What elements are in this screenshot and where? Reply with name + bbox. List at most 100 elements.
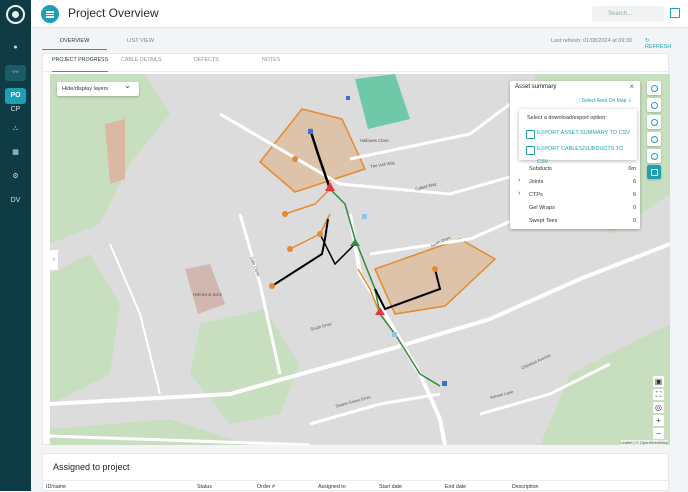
refresh-button[interactable]: ↻ REFRESH (645, 38, 671, 50)
search-input[interactable]: Search... (592, 6, 664, 22)
zoom-out-button[interactable]: − (653, 428, 664, 439)
ctp-marker-1 (325, 182, 335, 191)
export-cables-button[interactable]: EXPORT CABLES/SUBDUCTS TO CSV (523, 143, 635, 165)
top-bar: Project Overview Search... (31, 0, 688, 28)
column-header[interactable]: ID/name (46, 484, 66, 490)
pole-marker-1 (308, 129, 313, 134)
sidebar-item-cp[interactable]: CP (5, 102, 26, 118)
fullscreen-icon[interactable]: ⛶ (653, 389, 664, 400)
map-pin-icon[interactable]: ● (5, 40, 26, 56)
content-tabs: PROJECT PROGRESS CABLE DETAILS DEFECTS N… (43, 54, 670, 72)
joint-marker-4 (317, 231, 323, 237)
chevron-right-icon[interactable]: › (518, 190, 520, 197)
asset-row-value: 6 (632, 192, 636, 198)
sidebar: ● 〰 PO CP ⛬ ▦ ⚙ DV (0, 0, 31, 491)
tab-cable-details[interactable]: CABLE DETAILS (121, 57, 162, 72)
gear-icon[interactable]: ⚙ (5, 169, 26, 185)
asset-row-value: 6 (632, 179, 636, 185)
asset-row-value: 0 (632, 218, 636, 224)
tab-defects[interactable]: DEFECTS (194, 57, 219, 72)
hide-layers-dropdown[interactable]: Hide/display layers (57, 79, 139, 96)
info-icon[interactable] (647, 81, 661, 95)
select-area-label: Select Area On Map (581, 98, 627, 104)
pole-marker-5 (442, 381, 447, 386)
refresh-label: REFRESH (645, 44, 672, 50)
export-asset-summary-button[interactable]: EXPORT ASSET SUMMARY TO CSV (523, 127, 635, 140)
asset-summary-panel: Asset summary × ⬚ Select Area On Map ⇩ S… (510, 81, 640, 229)
select-area-button[interactable]: ⬚ Select Area On Map ⇩ (576, 98, 632, 104)
road-deane (309, 392, 441, 426)
pole-marker-3 (362, 214, 367, 219)
qr-icon[interactable]: ▣ (653, 376, 664, 387)
column-header[interactable]: Start date (379, 484, 402, 490)
zoom-in-button[interactable]: + (653, 415, 664, 426)
side-panel-toggle[interactable]: › (50, 250, 58, 270)
sports-pitch (355, 74, 410, 129)
last-refresh: Last refresh: 01/08/2024 at 09:30 (551, 38, 633, 44)
print-icon[interactable] (647, 149, 661, 163)
close-icon[interactable]: × (629, 82, 634, 91)
tab-overview[interactable]: OVERVIEW (42, 35, 107, 50)
locate-icon[interactable]: ◎ (653, 402, 664, 413)
asset-row-label: Swept Tees (529, 218, 558, 224)
network-icon[interactable]: ⛬ (5, 121, 26, 137)
page-title: Project Overview (68, 6, 159, 20)
map-view[interactable]: Hallowes Close The Hall Way Fyfield Way … (50, 74, 670, 445)
map-label-holmes: Holmes & Sons (193, 292, 222, 297)
column-header[interactable]: Order # (257, 484, 275, 490)
column-header[interactable]: Assigned to (318, 484, 346, 490)
location-icon[interactable] (647, 115, 661, 129)
joint-marker-3 (269, 283, 275, 289)
more-icon[interactable] (647, 132, 661, 146)
pole-marker-4 (392, 332, 397, 337)
tab-project-progress[interactable]: PROJECT PROGRESS (52, 57, 109, 72)
trend-chart-icon[interactable]: 〰 (5, 65, 26, 81)
menu-button[interactable] (41, 5, 59, 23)
asset-row-label: Gel Wraps (529, 205, 555, 211)
logout-icon[interactable] (670, 8, 680, 18)
export-title: Select a download/export option: (527, 115, 607, 121)
map-attribution[interactable]: Leaflet | © OpenStreetMap (620, 440, 668, 445)
sidebar-item-dv[interactable]: DV (5, 193, 26, 209)
layers-icon[interactable] (647, 98, 661, 112)
cable-black-2 (271, 218, 329, 287)
asset-row-joints[interactable]: › Joints 6 (516, 177, 636, 189)
green-area-south (190, 309, 300, 424)
asset-row-label: Joints (529, 179, 544, 185)
asset-row-ctps[interactable]: › CTPs 6 (516, 190, 636, 202)
ctp-marker-2 (350, 239, 360, 246)
export-icon[interactable] (647, 165, 661, 179)
project-card: PROJECT PROGRESS CABLE DETAILS DEFECTS N… (42, 53, 670, 445)
view-tabs: OVERVIEW LIST VIEW Last refresh: 01/08/2… (42, 35, 671, 50)
joint-marker-6 (292, 156, 298, 162)
column-header[interactable]: End date (445, 484, 466, 490)
asset-row-swept-tees: Swept Tees 0 (516, 216, 636, 228)
area-polygon-north (258, 108, 367, 193)
column-header[interactable]: Description (512, 484, 539, 490)
green-area-sw (50, 254, 120, 404)
asset-row-value: 0 (632, 205, 636, 211)
pole-marker-2 (346, 96, 350, 100)
asset-row-subducts: Subducts 0m (516, 164, 636, 176)
tab-list-view[interactable]: LIST VIEW (127, 35, 154, 50)
asset-summary-title: Asset summary (515, 84, 557, 90)
fiber-logo-icon (6, 5, 25, 24)
cable-orange-1 (284, 188, 331, 215)
assigned-panel: Assigned to project ID/name Status Order… (42, 453, 670, 492)
assigned-table-header: ID/name Status Order # Assigned to Start… (43, 480, 670, 492)
asset-row-label: Subducts (529, 166, 552, 172)
joint-marker-5 (432, 266, 438, 272)
assigned-title: Assigned to project (53, 462, 130, 472)
joint-marker-1 (282, 211, 288, 217)
building-brown-2 (185, 264, 225, 314)
chevron-right-icon[interactable]: › (518, 177, 520, 184)
map-icon[interactable]: ▦ (5, 145, 26, 161)
column-header[interactable]: Status (197, 484, 212, 490)
asset-row-value: 0m (628, 166, 636, 172)
map-label-hallowes: Hallowes Close (360, 138, 389, 143)
green-area-se (540, 324, 670, 445)
export-popover: Select a download/export option: EXPORT … (519, 109, 637, 165)
joint-marker-2 (287, 246, 293, 252)
asset-row-gel-wraps: Gel Wraps 0 (516, 203, 636, 215)
tab-notes[interactable]: NOTES (262, 57, 280, 72)
